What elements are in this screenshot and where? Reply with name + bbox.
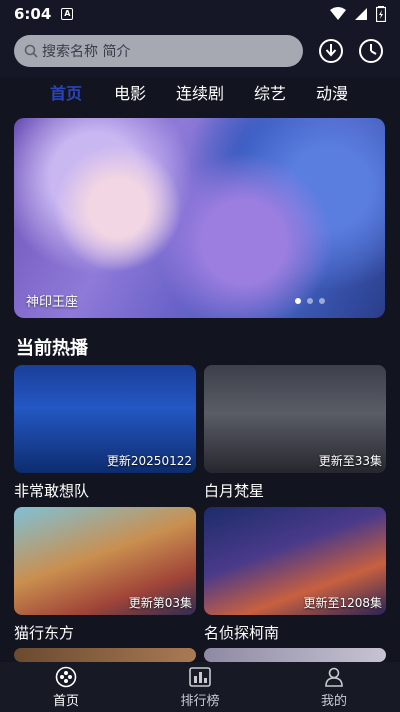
tab-anime[interactable]: 动漫 (316, 80, 348, 104)
nav-ranking[interactable]: 排行榜 (160, 662, 240, 712)
update-badge: 更新第03集 (128, 596, 192, 610)
category-tabs: 首页 电影 连续剧 综艺 动漫 (0, 78, 400, 106)
battery-icon (376, 6, 386, 22)
banner-caption: 神印王座 (26, 295, 79, 310)
show-card[interactable] (204, 648, 386, 662)
nav-label: 我的 (320, 693, 347, 709)
bottom-navigation: 首页 排行榜 我的 (0, 662, 400, 712)
gamepad-icon (55, 666, 77, 687)
show-card[interactable]: 更新第03集 (14, 507, 196, 615)
tab-movies[interactable]: 电影 (114, 80, 146, 104)
tab-series[interactable]: 连续剧 (176, 80, 224, 104)
nav-label: 排行榜 (180, 693, 220, 709)
show-card[interactable]: 更新至33集 (204, 365, 386, 473)
update-badge: 更新20250122 (106, 454, 192, 468)
tab-home[interactable]: 首页 (50, 80, 82, 104)
show-card[interactable] (14, 648, 196, 662)
nav-label: 首页 (52, 693, 79, 709)
status-bar: 6:04 A (0, 0, 400, 28)
user-icon (325, 667, 343, 687)
wifi-icon (330, 7, 346, 20)
pagination-dot (307, 298, 313, 304)
nav-home[interactable]: 首页 (26, 662, 106, 712)
update-badge: 更新至1208集 (303, 596, 382, 610)
download-icon[interactable] (318, 38, 344, 64)
search-icon (24, 44, 38, 58)
show-card[interactable]: 更新20250122 (14, 365, 196, 473)
pagination-dot (319, 298, 325, 304)
show-title[interactable]: 名侦探柯南 (204, 622, 279, 643)
show-title[interactable]: 猫行东方 (14, 622, 74, 643)
update-badge: 更新至33集 (318, 454, 382, 468)
nav-profile[interactable]: 我的 (294, 662, 374, 712)
signal-icon (355, 8, 367, 20)
show-title[interactable]: 白月梵星 (204, 480, 264, 501)
show-card[interactable]: 更新至1208集 (204, 507, 386, 615)
banner-pagination (295, 298, 325, 304)
search-placeholder: 搜索名称 简介 (42, 44, 131, 60)
tab-variety[interactable]: 综艺 (254, 80, 286, 104)
search-input[interactable]: 搜索名称 简介 (14, 35, 303, 67)
status-time: 6:04 (14, 5, 52, 23)
show-title[interactable]: 非常敢想队 (14, 480, 89, 501)
section-title: 当前热播 (16, 338, 88, 359)
notification-icon: A (61, 8, 74, 20)
featured-banner[interactable]: 神印王座 (14, 118, 385, 318)
pagination-dot (295, 298, 301, 304)
chart-icon (189, 666, 211, 687)
history-icon[interactable] (358, 38, 384, 64)
top-bar: 搜索名称 简介 (0, 28, 400, 78)
